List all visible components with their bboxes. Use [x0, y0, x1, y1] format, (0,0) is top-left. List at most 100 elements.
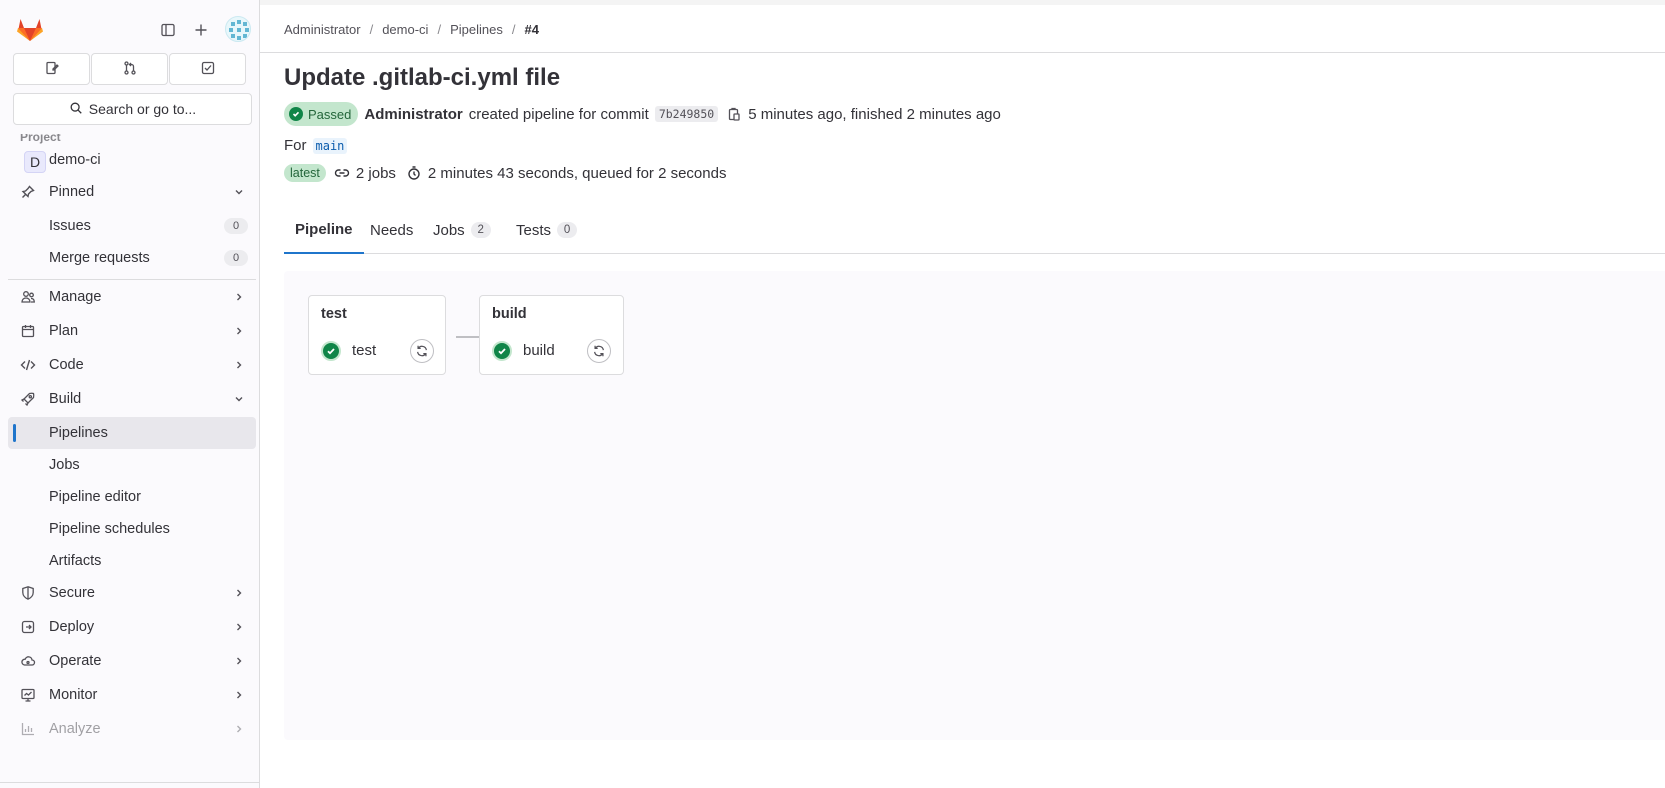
sidebar-item-label: Analyze: [49, 721, 101, 737]
sidebar-item-pipelines[interactable]: Pipelines: [8, 417, 256, 449]
breadcrumb-item[interactable]: Pipelines: [450, 22, 503, 37]
sidebar-item-analyze[interactable]: Analyze: [8, 713, 256, 745]
tab-pipeline[interactable]: Pipeline: [284, 206, 364, 254]
search-button[interactable]: Search or go to...: [13, 93, 252, 125]
commit-sha[interactable]: 7b249850: [654, 106, 719, 122]
count-badge: 0: [224, 250, 248, 266]
sidebar-item-merge-requests[interactable]: Merge requests 0: [8, 242, 256, 274]
status-badge[interactable]: Passed: [284, 102, 359, 126]
latest-badge: latest: [284, 164, 326, 182]
issues-icon: [44, 60, 60, 79]
breadcrumb-item[interactable]: demo-ci: [382, 22, 428, 37]
check-circle-icon: [289, 107, 303, 121]
ref-link[interactable]: main: [312, 137, 348, 154]
monitor-icon: [20, 687, 36, 703]
breadcrumb-current[interactable]: #4: [524, 22, 538, 37]
merge-requests-button[interactable]: [91, 53, 168, 85]
tab-label: Jobs: [433, 221, 465, 239]
sidebar-item-issues[interactable]: Issues 0: [8, 210, 256, 242]
tab-needs[interactable]: Needs: [370, 206, 413, 254]
sidebar-item-label: demo-ci: [49, 152, 101, 168]
todos-button[interactable]: [169, 53, 246, 85]
tab-count: 0: [557, 222, 578, 238]
sidebar-item-label: Manage: [49, 289, 102, 305]
divider: [0, 782, 259, 783]
page-title: Update .gitlab-ci.yml file: [284, 64, 561, 91]
stage-title: test: [321, 306, 347, 322]
stage-column: build build: [479, 295, 624, 375]
stage-column: test test: [308, 295, 446, 375]
for-label: For: [284, 137, 307, 154]
sidebar-item-label: Jobs: [49, 457, 80, 473]
sidebar-item-pinned[interactable]: Pinned: [8, 176, 256, 208]
breadcrumb-separator: /: [437, 22, 442, 37]
calendar-icon: [20, 323, 36, 339]
sidebar-item-monitor[interactable]: Monitor: [8, 679, 256, 711]
sidebar-project-demo-ci[interactable]: D demo-ci: [8, 144, 256, 176]
job-link[interactable]: test: [352, 342, 376, 359]
timer-icon: [406, 165, 422, 181]
sidebar-item-label: Artifacts: [49, 553, 102, 569]
sidebar-item-label: Pipelines: [49, 425, 108, 441]
sidebar-item-deploy[interactable]: Deploy: [8, 611, 256, 643]
status-text: Passed: [308, 106, 352, 122]
gitlab-logo-icon[interactable]: [16, 16, 44, 42]
sidebar-item-pipeline-editor[interactable]: Pipeline editor: [8, 481, 256, 513]
jobs-count: 2 jobs: [355, 164, 396, 182]
sidebar-item-manage[interactable]: Manage: [8, 281, 256, 313]
rocket-icon: [20, 391, 36, 407]
sidebar: Project D demo-ci Pinned Issues 0 Merge …: [0, 0, 260, 788]
sidebar-item-label: Monitor: [49, 687, 98, 703]
pipeline-meta: Passed Administrator created pipeline fo…: [284, 102, 1001, 126]
chevron-right-icon: [232, 358, 246, 372]
sidebar-item-label: Build: [49, 391, 82, 407]
sidebar-toggle-icon[interactable]: [156, 18, 180, 42]
sidebar-item-label: Merge requests: [49, 250, 150, 266]
sidebar-item-label: Pipeline editor: [49, 489, 141, 505]
sidebar-item-secure[interactable]: Secure: [8, 577, 256, 609]
thumbtack-icon: [20, 184, 36, 200]
sidebar-item-plan[interactable]: Plan: [8, 315, 256, 347]
success-icon: [321, 341, 341, 361]
job-link[interactable]: build: [523, 342, 555, 359]
sidebar-item-code[interactable]: Code: [8, 349, 256, 381]
code-icon: [20, 357, 36, 373]
success-icon: [492, 341, 512, 361]
sidebar-item-artifacts[interactable]: Artifacts: [8, 545, 256, 577]
sidebar-item-pipeline-schedules[interactable]: Pipeline schedules: [8, 513, 256, 545]
chevron-right-icon: [232, 620, 246, 634]
top-bar: Administrator / demo-ci / Pipelines / #4: [260, 0, 1665, 53]
tab-jobs[interactable]: Jobs 2: [433, 206, 491, 254]
pipeline-ref-row: For main: [284, 137, 348, 154]
chevron-down-icon: [232, 392, 246, 406]
search-icon: [69, 101, 83, 118]
breadcrumb-separator: /: [511, 22, 516, 37]
tab-label: Needs: [370, 221, 414, 239]
sidebar-nav: Project D demo-ci Pinned Issues 0 Merge …: [0, 126, 259, 782]
chevron-right-icon: [232, 586, 246, 600]
sidebar-item-jobs[interactable]: Jobs: [8, 449, 256, 481]
author-link[interactable]: Administrator: [364, 106, 462, 123]
copy-icon[interactable]: [726, 106, 742, 122]
retry-icon[interactable]: [587, 339, 611, 363]
avatar[interactable]: [225, 16, 251, 42]
plus-icon[interactable]: [189, 18, 213, 42]
tab-label: Pipeline: [295, 220, 353, 238]
assigned-issues-button[interactable]: [13, 53, 90, 85]
sidebar-item-label: Issues: [49, 218, 91, 234]
todo-icon: [200, 60, 216, 79]
stage-title: build: [492, 306, 527, 322]
sidebar-item-operate[interactable]: Operate: [8, 645, 256, 677]
sidebar-item-build[interactable]: Build: [8, 383, 256, 415]
chevron-down-icon: [232, 185, 246, 199]
chevron-right-icon: [232, 324, 246, 338]
tab-tests[interactable]: Tests 0: [516, 206, 578, 254]
chevron-right-icon: [232, 290, 246, 304]
sidebar-item-label: Operate: [49, 653, 102, 669]
tab-count: 2: [470, 222, 491, 238]
breadcrumb-item[interactable]: Administrator: [284, 22, 361, 37]
retry-icon[interactable]: [410, 339, 434, 363]
pipeline-timing: 5 minutes ago, finished 2 minutes ago: [748, 105, 1001, 123]
pipeline-tabs: Pipeline Needs Jobs 2 Tests 0: [284, 206, 1665, 254]
chevron-right-icon: [232, 722, 246, 736]
